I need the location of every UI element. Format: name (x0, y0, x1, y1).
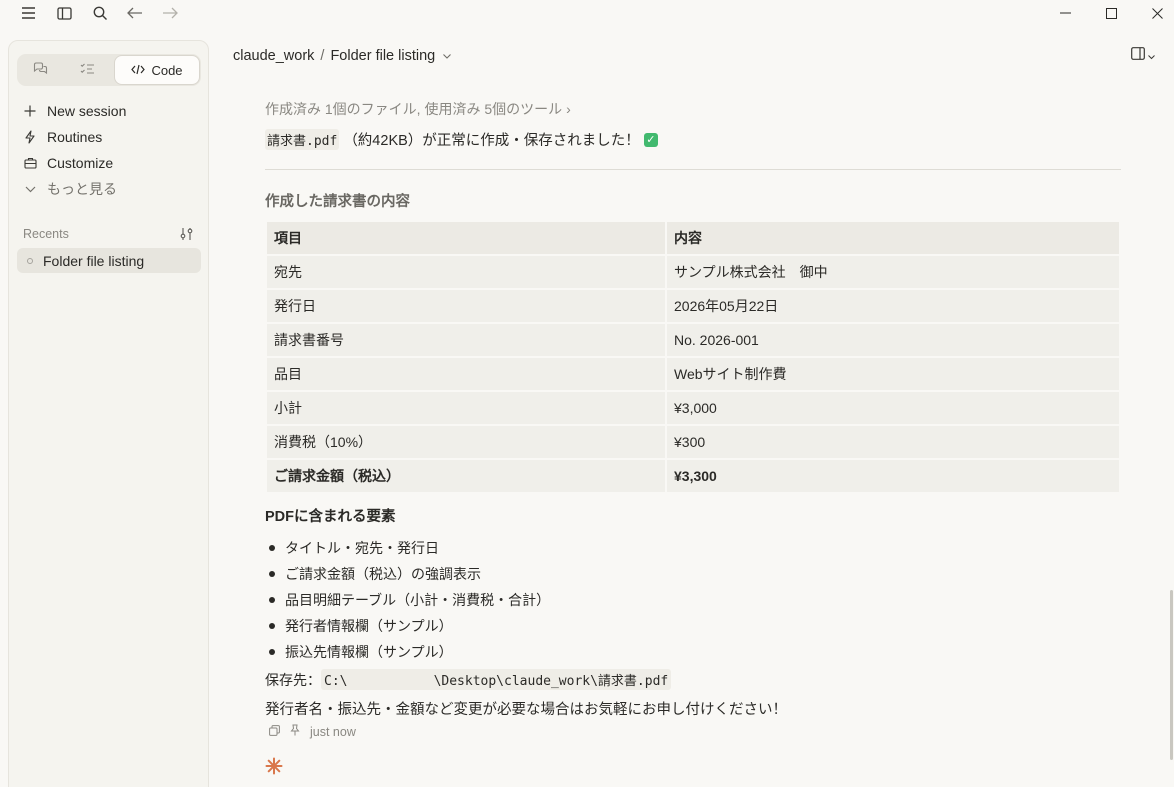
chevron-down-icon[interactable] (443, 51, 452, 62)
table-row: 発行日 2026年05月22日 (267, 290, 1119, 322)
more-label: もっと見る (47, 181, 117, 197)
chevron-right-icon: › (566, 101, 571, 117)
claude-spark-icon (265, 757, 283, 775)
breadcrumb-session[interactable]: Folder file listing (330, 48, 435, 64)
breadcrumb-project[interactable]: claude_work (233, 48, 314, 64)
list-item: ご請求金額（税込）の強調表示 (265, 561, 550, 587)
save-path-code: C:\ \Desktop\claude_work\請求書.pdf (321, 669, 672, 690)
message-actions: just now (269, 724, 356, 739)
recent-item-label: Folder file listing (43, 252, 145, 269)
forward-arrow-icon[interactable] (160, 3, 180, 23)
sidebar-toggle-icon[interactable] (54, 3, 74, 23)
close-icon[interactable] (1145, 2, 1169, 24)
table-header-cell: 内容 (667, 222, 1119, 254)
file-name-code: 請求書.pdf (265, 129, 340, 150)
routines-label: Routines (47, 129, 103, 145)
list-item: タイトル・宛先・発行日 (265, 535, 550, 561)
table-header-cell: 項目 (267, 222, 665, 254)
table-row: 請求書番号 No. 2026-001 (267, 324, 1119, 356)
check-mark-icon: ✓ (643, 132, 658, 147)
search-icon[interactable] (90, 3, 110, 23)
recent-item-folder-file-listing[interactable]: Folder file listing (17, 248, 201, 273)
session-status-dot-icon (27, 257, 33, 264)
code-brackets-icon (131, 63, 146, 78)
more-item[interactable]: もっと見る (23, 178, 117, 200)
table-row: 小計 ¥3,000 (267, 392, 1119, 424)
success-text: （約42KB）が正常に作成・保存されました！ (343, 133, 640, 149)
copy-icon[interactable] (269, 724, 280, 739)
tasks-mode-button[interactable] (64, 54, 111, 86)
table-cell: ¥3,000 (667, 392, 1119, 424)
customize-label: Customize (47, 155, 114, 171)
checklist-icon (80, 62, 95, 78)
new-session-item[interactable]: New session (23, 100, 126, 122)
breadcrumb-separator: / (320, 48, 325, 64)
list-item: 振込先情報欄（サンプル） (265, 639, 550, 665)
chevron-down-icon (23, 182, 37, 196)
pin-icon[interactable] (290, 724, 300, 739)
section-title: 作成した請求書の内容 (265, 194, 410, 210)
plus-icon (23, 104, 37, 118)
recents-heading: Recents (23, 227, 69, 241)
table-cell: 請求書番号 (267, 324, 665, 356)
tools-summary[interactable]: 作成済み 1個のファイル, 使用済み 5個のツール › (265, 99, 571, 119)
side-panel-toggle-button[interactable] (1131, 46, 1161, 64)
title-bar (0, 0, 1174, 26)
scrollbar-thumb[interactable] (1170, 590, 1173, 760)
table-cell: ご請求金額（税込） (267, 460, 665, 492)
table-cell: 2026年05月22日 (667, 290, 1119, 322)
minimize-icon[interactable] (1054, 2, 1078, 24)
menu-icon[interactable] (18, 3, 38, 23)
list-item: 品目明細テーブル（小計・消費税・合計） (265, 587, 550, 613)
divider (265, 169, 1121, 170)
tools-summary-text: 作成済み 1個のファイル, 使用済み 5個のツール (265, 101, 563, 117)
pdf-elements-list: タイトル・宛先・発行日 ご請求金額（税込）の強調表示 品目明細テーブル（小計・消… (265, 535, 550, 665)
table-cell: ¥300 (667, 426, 1119, 458)
chevron-down-icon (1148, 47, 1155, 63)
maximize-icon[interactable] (1099, 2, 1123, 24)
filter-sliders-icon[interactable] (180, 227, 196, 243)
chat-mode-button[interactable] (17, 54, 64, 86)
bolt-icon (23, 130, 37, 144)
back-arrow-icon[interactable] (125, 3, 145, 23)
code-mode-button[interactable]: Code (114, 55, 200, 85)
table-cell: サンプル株式会社 御中 (667, 256, 1119, 288)
customize-item[interactable]: Customize (23, 152, 113, 174)
routines-item[interactable]: Routines (23, 126, 102, 148)
table-cell: 消費税（10%） (267, 426, 665, 458)
briefcase-icon (23, 156, 37, 170)
table-row: 宛先 サンプル株式会社 御中 (267, 256, 1119, 288)
table-cell: 小計 (267, 392, 665, 424)
table-cell: 発行日 (267, 290, 665, 322)
new-session-label: New session (47, 103, 127, 119)
closing-note: 発行者名・振込先・金額など変更が必要な場合はお気軽にお申し付けください！ (265, 702, 787, 718)
list-item: 発行者情報欄（サンプル） (265, 613, 550, 639)
sidebar: Code New session Routines Customize もっと見… (8, 40, 209, 787)
table-header-row: 項目 内容 (267, 222, 1119, 254)
success-message: 請求書.pdf （約42KB）が正常に作成・保存されました！ ✓ (265, 129, 658, 150)
table-row-total: ご請求金額（税込） ¥3,300 (267, 460, 1119, 492)
table-cell: No. 2026-001 (667, 324, 1119, 356)
table-cell: 宛先 (267, 256, 665, 288)
mode-switch: Code (17, 54, 201, 86)
timestamp: just now (310, 724, 356, 739)
panel-icon (1131, 47, 1145, 63)
code-mode-label: Code (151, 62, 183, 78)
save-location: 保存先： C:\ \Desktop\claude_work\請求書.pdf (265, 669, 672, 690)
chat-bubbles-icon (33, 62, 48, 78)
table-row: 消費税（10%） ¥300 (267, 426, 1119, 458)
breadcrumb: claude_work / Folder file listing (233, 46, 452, 66)
table-cell: Webサイト制作費 (667, 358, 1119, 390)
save-label: 保存先： (265, 671, 321, 688)
table-cell: 品目 (267, 358, 665, 390)
table-row: 品目 Webサイト制作費 (267, 358, 1119, 390)
pdf-elements-title: PDFに含まれる要素 (265, 509, 396, 525)
invoice-table: 項目 内容 宛先 サンプル株式会社 御中 発行日 2026年05月22日 請求書… (265, 220, 1121, 494)
table-cell: ¥3,300 (667, 460, 1119, 492)
